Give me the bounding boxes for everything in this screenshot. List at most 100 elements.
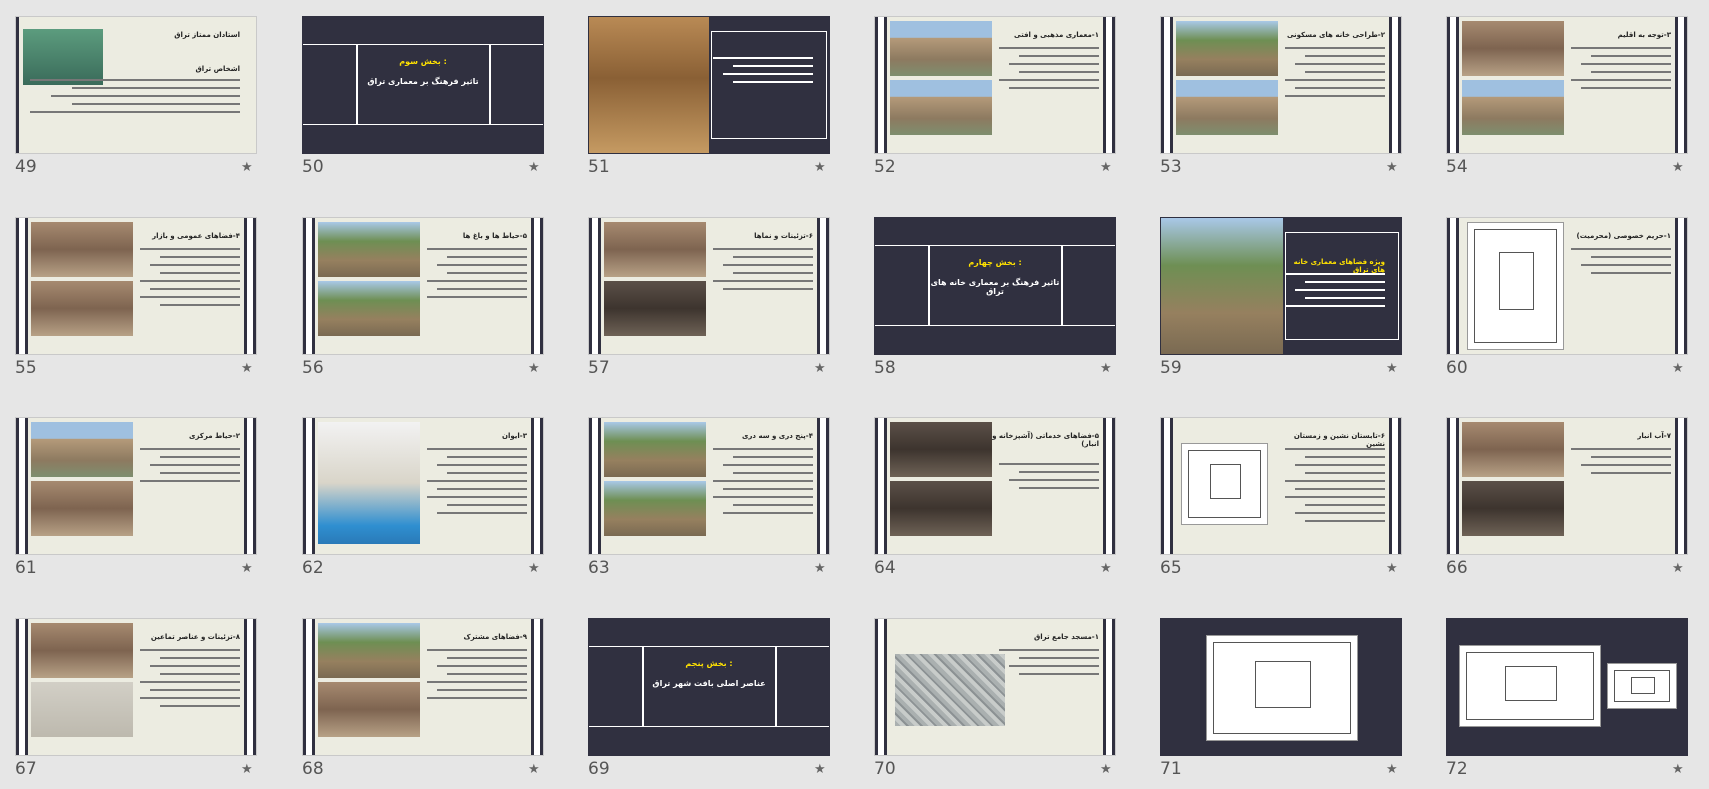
slide-body-text [140, 649, 240, 713]
star-icon: ★ [1100, 762, 1112, 777]
slide-image [890, 80, 992, 135]
star-icon: ★ [814, 160, 826, 175]
slide-title: استادان ممتاز تراق [174, 31, 240, 39]
slide-image [318, 281, 420, 336]
slide-body-text [1571, 448, 1671, 480]
slide-number: 69 [588, 759, 610, 779]
slide-body-text [427, 649, 527, 705]
slide-number: 62 [302, 558, 324, 578]
slide-body-text [713, 448, 813, 520]
star-icon: ★ [1100, 561, 1112, 576]
slide-number: 70 [874, 759, 896, 779]
slide-number: 59 [1160, 358, 1182, 378]
star-icon: ★ [1100, 160, 1112, 175]
slide-title: ۹-فضاهای مشترک [463, 633, 527, 641]
section-kicker: بخش پنجم : [685, 659, 733, 668]
slide-body-text [999, 47, 1099, 95]
star-icon: ★ [241, 361, 253, 376]
section-title: تاثیر فرهنگ بر معماری خانه های تراق [930, 278, 1060, 296]
aerial-map-image [895, 654, 1005, 726]
slide-title: ۲-طراحی خانه های مسکونی [1286, 31, 1385, 39]
slide-number: 60 [1446, 358, 1468, 378]
star-icon: ★ [528, 762, 540, 777]
slide-number: 54 [1446, 157, 1468, 177]
star-icon: ★ [241, 160, 253, 175]
slide-title: ۸-تزئینات و عناصر تماعین [150, 633, 240, 641]
slide-body-text [427, 448, 527, 520]
slide-image [604, 422, 706, 477]
slide-number: 58 [874, 358, 896, 378]
slide-number: 68 [302, 759, 324, 779]
star-icon: ★ [528, 160, 540, 175]
star-icon: ★ [528, 561, 540, 576]
slide-title: ۷-آب انبار [1637, 432, 1671, 440]
slide-image [890, 21, 992, 76]
section-kicker: بخش سوم : [399, 57, 447, 66]
slide-image [31, 682, 133, 737]
slide-image [1462, 21, 1564, 76]
star-icon: ★ [1386, 561, 1398, 576]
slide-title: ۳-ایوان [502, 432, 527, 440]
floor-plan-image [1607, 663, 1677, 709]
slide-number: 63 [588, 558, 610, 578]
slide-number: 64 [874, 558, 896, 578]
star-icon: ★ [241, 762, 253, 777]
slide-number: 72 [1446, 759, 1468, 779]
star-icon: ★ [1386, 160, 1398, 175]
slide-image [1176, 80, 1278, 135]
slide-image [31, 481, 133, 536]
slide-image [604, 481, 706, 536]
floor-plan-image [1467, 222, 1564, 350]
star-icon: ★ [1672, 561, 1684, 576]
slide-number: 52 [874, 157, 896, 177]
slide-body-text [1571, 248, 1671, 280]
slide-body-text [999, 463, 1099, 495]
slide-image [1462, 481, 1564, 536]
slide-image [31, 281, 133, 336]
slide-body-text [1285, 47, 1385, 103]
slide-image [604, 222, 706, 277]
star-icon: ★ [1672, 160, 1684, 175]
slide-number: 71 [1160, 759, 1182, 779]
star-icon: ★ [1672, 361, 1684, 376]
star-icon: ★ [1386, 762, 1398, 777]
slide-title: ویژه فضاهای معماری خانه های تراق [1293, 258, 1385, 274]
slide-image [31, 422, 133, 477]
slide-title: ۳-توجه به اقلیم [1617, 31, 1671, 39]
section-title: عناصر اصلی بافت شهر تراق [652, 679, 766, 688]
slide-image [23, 29, 103, 85]
star-icon: ★ [814, 762, 826, 777]
slide-body-text [427, 248, 527, 304]
slide-image [318, 623, 420, 678]
slide-title: ۱-معماری مذهبی و افتی [1014, 31, 1099, 39]
slide-image [890, 422, 992, 477]
slide-body-text [1285, 273, 1385, 313]
floor-plan-image [1181, 443, 1268, 525]
star-icon: ★ [241, 561, 253, 576]
slide-image [318, 222, 420, 277]
slide-number: 66 [1446, 558, 1468, 578]
slide-image [1161, 218, 1283, 354]
slide-body-text [713, 57, 813, 89]
star-icon: ★ [1100, 361, 1112, 376]
slide-number: 61 [15, 558, 37, 578]
slide-title: ۱-حریم خصوصی (محرمیت) [1576, 232, 1672, 240]
slide-number: 67 [15, 759, 37, 779]
section-title: تاثیر فرهنگ بر معماری تراق [367, 77, 479, 86]
slide-title: ۶-تزئینات و نماها [754, 232, 813, 240]
slide-title: ۴-فضاهای عمومی و بازار [152, 232, 240, 240]
slide-title: ۶-تابستان نشین و زمستان نشین [1293, 432, 1385, 448]
slide-title: ۴-پنج دری و سه دری [741, 432, 813, 440]
slide-body-text [1571, 47, 1671, 95]
slide-number: 57 [588, 358, 610, 378]
slide-number: 56 [302, 358, 324, 378]
star-icon: ★ [1672, 762, 1684, 777]
slide-number: 53 [1160, 157, 1182, 177]
slide-body-text [140, 248, 240, 312]
slide-number: 50 [302, 157, 324, 177]
star-icon: ★ [814, 361, 826, 376]
slide-image [31, 222, 133, 277]
slide-number: 65 [1160, 558, 1182, 578]
slide-image [318, 682, 420, 737]
slide-sorter: استادان ممتاز تراق اشخاص تراق 49 ★ بخش س… [0, 0, 1709, 789]
